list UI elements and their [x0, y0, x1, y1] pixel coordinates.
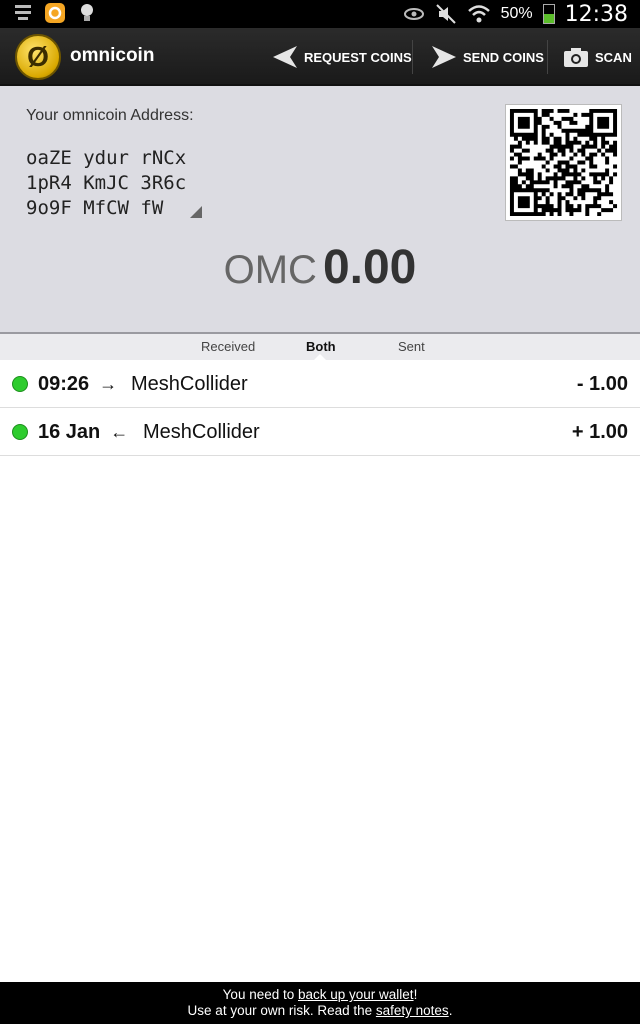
transaction-amount: - 1.00 — [576, 373, 628, 395]
omnicoin-logo-icon[interactable]: Ø — [15, 34, 61, 80]
battery-percent: 50% — [500, 5, 533, 22]
mute-icon — [435, 4, 456, 24]
wallet-address[interactable]: oaZE ydur rNCx 1pR4 KmJC 3R6c 9o9F MfCW … — [26, 146, 186, 221]
qr-code-icon — [509, 108, 618, 217]
tab-received[interactable]: Received — [201, 339, 255, 354]
address-menu-corner-icon[interactable] — [190, 206, 202, 218]
address-line: 1pR4 KmJC 3R6c — [26, 172, 187, 194]
confirmed-status-icon — [12, 376, 28, 392]
action-bar: Ø omnicoin REQUEST COINS SEND COINS SCAN — [0, 28, 640, 86]
backup-notice: You need to back up your wallet! — [0, 987, 640, 1003]
status-right-icons: 50% 12:38 — [403, 0, 628, 28]
eye-icon — [403, 8, 424, 20]
app-title: omnicoin — [70, 45, 155, 66]
address-qr-code[interactable] — [505, 104, 622, 221]
transaction-time: 16 Jan ← — [38, 421, 138, 444]
status-bar: 50% 12:38 — [0, 0, 640, 28]
backup-notice-text: You need to — [222, 987, 298, 1002]
wifi-icon — [467, 5, 490, 23]
address-line: 9o9F MfCW fW — [26, 197, 164, 219]
action-divider — [547, 40, 548, 74]
risk-notice: Use at your own risk. Read the safety no… — [0, 1003, 640, 1019]
transaction-party: MeshCollider — [143, 421, 260, 443]
transaction-time: 09:26 → — [38, 373, 127, 396]
send-arrow-icon — [432, 46, 456, 68]
balance-display: OMC 0.00 — [0, 240, 640, 295]
backup-notice-end: ! — [413, 987, 418, 1002]
safety-notes-link[interactable]: safety notes — [376, 1003, 449, 1018]
address-panel: Your omnicoin Address: oaZE ydur rNCx 1p… — [0, 86, 640, 334]
balance-amount: 0.00 — [322, 241, 417, 294]
battery-icon — [542, 4, 555, 24]
bulb-icon — [81, 4, 93, 21]
transaction-amount: + 1.00 — [571, 421, 628, 443]
scan-label: SCAN — [595, 49, 632, 65]
notification-icon — [15, 5, 31, 20]
transaction-row[interactable]: 09:26 → MeshCollider - 1.00 — [0, 360, 640, 408]
scan-button[interactable]: SCAN — [563, 28, 632, 86]
sync-icon — [45, 3, 65, 23]
tab-sent[interactable]: Sent — [398, 339, 425, 354]
tab-both[interactable]: Both — [306, 339, 336, 354]
request-coins-label: REQUEST COINS — [304, 49, 412, 65]
transaction-time-text: 09:26 — [38, 373, 90, 395]
confirmed-status-icon — [12, 424, 28, 440]
status-left-icons — [12, 2, 98, 24]
camera-icon — [564, 48, 588, 67]
balance-currency: OMC — [223, 248, 317, 292]
risk-notice-text: Use at your own risk. Read the — [187, 1003, 376, 1018]
action-divider — [412, 40, 413, 74]
request-arrow-icon — [273, 46, 297, 68]
backup-wallet-link[interactable]: back up your wallet — [298, 987, 414, 1002]
send-coins-label: SEND COINS — [463, 49, 544, 65]
outgoing-arrow-icon: → — [99, 374, 118, 394]
transaction-filter-tabs: Received Both Sent — [0, 334, 640, 360]
request-coins-button[interactable]: REQUEST COINS — [272, 28, 412, 86]
transaction-party: MeshCollider — [131, 373, 248, 395]
app-root: 50% 12:38 Ø omnicoin REQUEST COINS SEND … — [0, 0, 640, 1024]
address-label: Your omnicoin Address: — [26, 107, 194, 124]
risk-notice-end: . — [448, 1003, 453, 1018]
transaction-row[interactable]: 16 Jan ← MeshCollider + 1.00 — [0, 408, 640, 456]
incoming-arrow-icon: ← — [110, 422, 129, 442]
disclaimer-footer: You need to back up your wallet! Use at … — [0, 982, 640, 1024]
transaction-time-text: 16 Jan — [38, 421, 101, 443]
clock-time: 12:38 — [564, 1, 628, 27]
send-coins-button[interactable]: SEND COINS — [431, 28, 544, 86]
address-line: oaZE ydur rNCx — [26, 147, 187, 169]
